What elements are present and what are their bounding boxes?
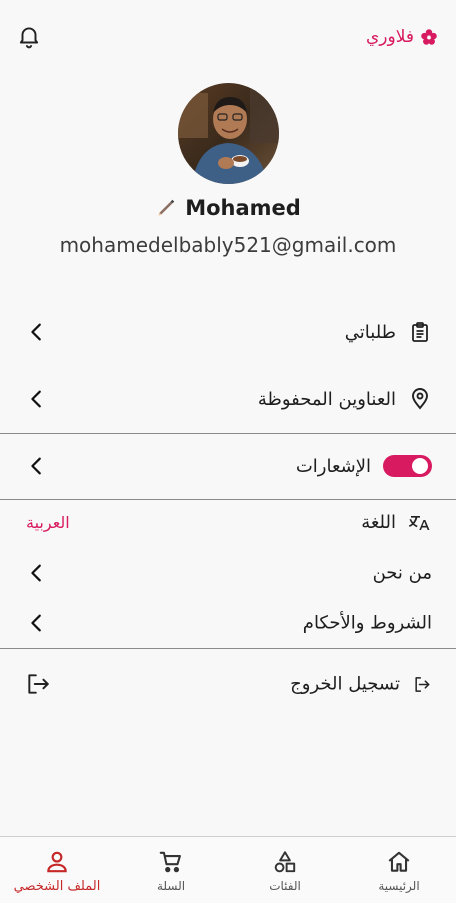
menu-item-notifications-label: الإشعارات — [295, 455, 371, 477]
nav-item-cart[interactable]: السلة — [114, 837, 228, 903]
flower-icon — [421, 29, 437, 45]
menu-item-terms[interactable]: الشروط والأحكام — [0, 591, 456, 655]
profile-email: mohamedelbably521@gmail.com — [59, 233, 397, 257]
chevron-left-icon — [31, 323, 41, 341]
notifications-toggle[interactable] — [383, 455, 432, 477]
chevron-left-icon — [31, 457, 41, 475]
categories-icon — [274, 851, 296, 873]
chevron-left-icon — [31, 564, 41, 582]
menu-item-logout-label: تسجيل الخروج — [290, 673, 400, 695]
nav-label-categories: الفئات — [269, 879, 301, 893]
logout-icon — [415, 676, 430, 692]
bell-icon — [19, 27, 39, 49]
notifications-button[interactable] — [16, 22, 42, 50]
nav-item-categories[interactable]: الفئات — [228, 837, 342, 903]
person-icon — [47, 851, 67, 873]
nav-label-home: الرئيسية — [378, 879, 420, 893]
menu-item-orders[interactable]: طلباتي — [0, 299, 456, 365]
language-value[interactable]: العربية — [26, 513, 70, 532]
nav-item-profile[interactable]: الملف الشخصي — [0, 837, 114, 903]
pencil-icon[interactable] — [155, 197, 177, 219]
avatar — [178, 83, 279, 184]
home-icon — [388, 851, 410, 872]
nav-item-home[interactable]: الرئيسية — [342, 837, 456, 903]
cart-icon — [159, 851, 181, 873]
chevron-left-icon — [31, 390, 41, 408]
nav-label-cart: السلة — [156, 879, 186, 893]
divider — [0, 648, 456, 649]
menu-item-addresses-label: العناوين المحفوظة — [257, 388, 396, 410]
menu-item-logout[interactable]: تسجيل الخروج — [0, 651, 456, 717]
logout-button-icon[interactable] — [25, 671, 51, 697]
menu-item-about-label: من نحن — [372, 562, 432, 584]
location-pin-icon — [412, 388, 428, 410]
bottom-navigation: الرئيسية الفئات السلة الملف الشخصي — [0, 836, 456, 903]
chevron-left-icon — [31, 614, 41, 632]
profile-name: Mohamed — [185, 196, 301, 220]
clipboard-icon — [412, 322, 428, 342]
menu-item-addresses[interactable]: العناوين المحفوظة — [0, 366, 456, 432]
profile-name-row: Mohamed — [0, 196, 456, 220]
nav-label-profile: الملف الشخصي — [13, 879, 101, 894]
menu-item-language-label: اللغة — [361, 511, 396, 533]
translate-icon — [408, 516, 430, 530]
menu-item-terms-label: الشروط والأحكام — [302, 612, 432, 634]
brand-name: فلاوري — [366, 27, 414, 47]
menu-item-orders-label: طلباتي — [344, 321, 396, 343]
brand-logo: فلاوري — [366, 24, 438, 50]
